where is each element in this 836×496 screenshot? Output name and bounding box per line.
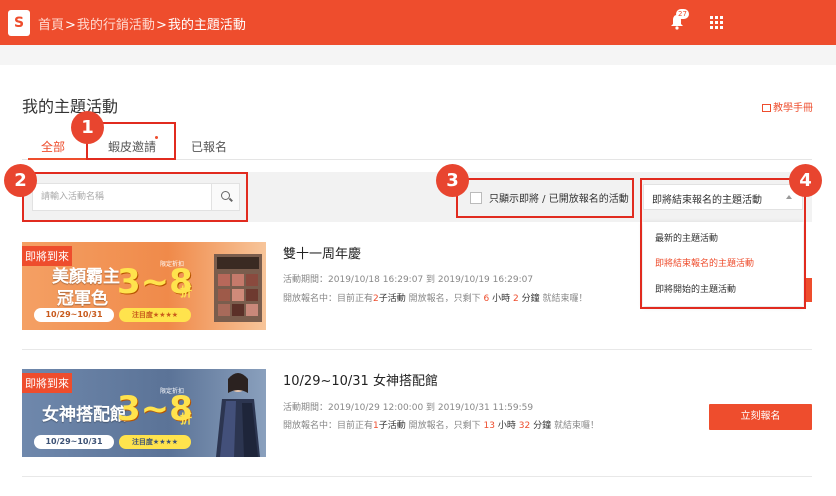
product-image-icon bbox=[214, 254, 262, 322]
row-divider bbox=[22, 349, 812, 350]
banner-zhe: 折 bbox=[180, 285, 193, 299]
banner-date: 10/29~10/31 bbox=[34, 435, 114, 449]
shopee-logo[interactable]: S bbox=[8, 10, 30, 36]
tab-all[interactable]: 全部 bbox=[41, 138, 65, 155]
callout-number-4: 4 bbox=[789, 164, 822, 197]
row-divider bbox=[22, 476, 812, 477]
page-title: 我的主題活動 bbox=[22, 97, 119, 116]
callout-number-2: 2 bbox=[4, 164, 37, 197]
event-period: 活動期間：2019/10/29 12:00:00 到 2019/10/31 11… bbox=[283, 403, 534, 413]
book-icon bbox=[762, 104, 771, 112]
active-tab-underline bbox=[28, 158, 86, 160]
breadcrumb-separator: > bbox=[155, 18, 167, 33]
callout-box-3 bbox=[456, 178, 634, 218]
banner-headline-2: 冠軍色 bbox=[57, 289, 108, 309]
breadcrumb-marketing[interactable]: 我的行銷活動 bbox=[77, 18, 155, 33]
tab-registered[interactable]: 已報名 bbox=[191, 138, 227, 155]
banner-headline: 女神搭配館 bbox=[42, 405, 127, 425]
banner-date: 10/29~10/31 bbox=[34, 308, 114, 322]
banner-note: 注目度★★★★ bbox=[119, 308, 191, 322]
callout-box-4 bbox=[640, 178, 806, 309]
callout-number-1: 1 bbox=[71, 111, 104, 144]
breadcrumb-home[interactable]: 首頁 bbox=[38, 18, 64, 33]
register-now-button[interactable]: 立刻報名 bbox=[709, 404, 812, 430]
notification-badge: 27 bbox=[676, 9, 689, 19]
callout-box-2 bbox=[22, 172, 248, 222]
banner-note: 注目度★★★★ bbox=[119, 435, 191, 449]
event-status: 開放報名中：目前正有1子活動 開放報名，只剩下 13 小時 32 分鐘 就結束囉… bbox=[283, 421, 599, 431]
banner-zhe: 折 bbox=[180, 412, 193, 426]
banner-tag: 即將到來 bbox=[22, 246, 72, 266]
event-period: 活動期間：2019/10/18 16:29:07 到 2019/10/19 16… bbox=[283, 275, 534, 285]
breadcrumb: 首頁>我的行銷活動>我的主題活動 bbox=[38, 14, 246, 33]
breadcrumb-separator: > bbox=[65, 18, 76, 33]
manual-link[interactable]: 教學手冊 bbox=[762, 99, 813, 114]
breadcrumb-current: 我的主題活動 bbox=[167, 18, 246, 33]
banner-tag: 即將到來 bbox=[22, 373, 72, 393]
event-status: 開放報名中：目前正有2子活動 開放報名，只剩下 6 小時 2 分鐘 就結束囉！ bbox=[283, 294, 588, 304]
event-title[interactable]: 10/29~10/31 女神搭配館 bbox=[283, 370, 438, 389]
callout-number-3: 3 bbox=[436, 164, 469, 197]
event-banner[interactable]: 即將到來 美顏霸主 冠軍色 限定折扣 3~8 折 10/29~10/31 注目度… bbox=[22, 242, 266, 330]
model-photo-icon bbox=[216, 373, 260, 457]
event-title[interactable]: 雙十一周年慶 bbox=[283, 243, 361, 262]
apps-grid-icon[interactable] bbox=[710, 16, 723, 29]
event-banner[interactable]: 即將到來 女神搭配館 限定折扣 3~8 折 10/29~10/31 注目度★★★… bbox=[22, 369, 266, 457]
